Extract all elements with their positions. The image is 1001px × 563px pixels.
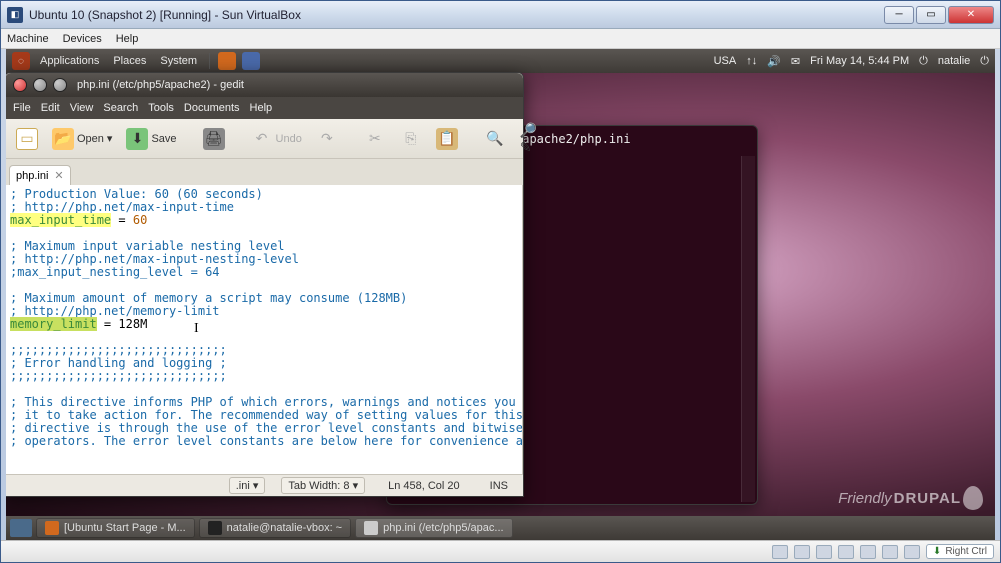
vbox-cd-icon[interactable]: [794, 545, 810, 559]
status-insert-mode: INS: [483, 478, 515, 494]
gedit-icon: [364, 521, 378, 535]
drupal-drop-icon: [963, 486, 983, 510]
virtualbox-titlebar[interactable]: ◧ Ubuntu 10 (Snapshot 2) [Running] - Sun…: [1, 1, 1000, 29]
search-icon: 🔍: [484, 128, 506, 150]
gedit-window[interactable]: php.ini (/etc/php5/apache2) - gedit File…: [6, 72, 524, 497]
cut-button[interactable]: ✂: [359, 125, 391, 153]
show-desktop-button[interactable]: [10, 519, 32, 537]
redo-icon: ↷: [316, 128, 338, 150]
save-button[interactable]: ⬇Save: [121, 125, 181, 153]
task-gedit[interactable]: php.ini (/etc/php5/apac...: [355, 518, 512, 538]
task-terminal[interactable]: natalie@natalie-vbox: ~: [199, 518, 351, 538]
ubuntu-logo-icon[interactable]: ◌: [12, 52, 30, 70]
close-button[interactable]: ✕: [948, 6, 994, 24]
virtualbox-icon: ◧: [7, 7, 23, 23]
gedit-menu-help[interactable]: Help: [250, 102, 273, 114]
virtualbox-title: Ubuntu 10 (Snapshot 2) [Running] - Sun V…: [29, 8, 884, 22]
gedit-menu-view[interactable]: View: [70, 102, 94, 114]
gedit-title: php.ini (/etc/php5/apache2) - gedit: [77, 79, 244, 91]
virtualbox-statusbar: ⬇Right Ctrl: [1, 540, 1000, 562]
copy-button[interactable]: ⎘: [395, 125, 427, 153]
find-button[interactable]: 🔍: [479, 125, 511, 153]
gedit-menu-file[interactable]: File: [13, 102, 31, 114]
new-file-icon: ▭: [16, 128, 38, 150]
firefox-icon: [45, 521, 59, 535]
keyboard-indicator[interactable]: USA: [714, 55, 737, 67]
minimize-button[interactable]: ─: [884, 6, 914, 24]
terminal-icon: [208, 521, 222, 535]
session-icon[interactable]: ⏻: [980, 55, 989, 68]
status-tabwidth[interactable]: Tab Width: 8 ▾: [281, 477, 365, 494]
user-menu[interactable]: natalie: [938, 55, 970, 67]
vbox-hd-icon[interactable]: [772, 545, 788, 559]
gedit-titlebar[interactable]: php.ini (/etc/php5/apache2) - gedit: [6, 73, 523, 97]
task-firefox[interactable]: [Ubuntu Start Page - M...: [36, 518, 195, 538]
hostkey-arrow-icon: ⬇: [933, 546, 941, 557]
gedit-close-button[interactable]: [13, 78, 27, 92]
paste-icon: 📋: [436, 128, 458, 150]
replace-button[interactable]: 🔎✎: [515, 125, 547, 153]
terminal-scrollbar[interactable]: [741, 156, 755, 502]
gedit-menu-tools[interactable]: Tools: [148, 102, 174, 114]
gnome-bottom-panel: [Ubuntu Start Page - M... natalie@natali…: [6, 516, 995, 540]
menu-help[interactable]: Help: [116, 33, 139, 45]
shutdown-icon[interactable]: ⏻: [919, 55, 928, 68]
virtualbox-menubar: Machine Devices Help: [1, 29, 1000, 49]
status-cursor: Ln 458, Col 20: [381, 478, 467, 494]
save-icon: ⬇: [126, 128, 148, 150]
menu-machine[interactable]: Machine: [7, 33, 49, 45]
ubuntu-desktop: ◌ Applications Places System USA ↑↓ 🔊 ✉ …: [6, 49, 995, 540]
undo-icon: ↶: [251, 128, 273, 150]
vbox-host-key[interactable]: ⬇Right Ctrl: [926, 544, 994, 559]
copy-icon: ⎘: [400, 128, 422, 150]
folder-open-icon: 📂: [52, 128, 74, 150]
gedit-menu-documents[interactable]: Documents: [184, 102, 240, 114]
gedit-toolbar: ▭ 📂Open ▾ ⬇Save 🖨 ↶Undo ↷ ✂ ⎘ 📋 🔍 🔎✎: [6, 119, 523, 159]
new-button[interactable]: ▭: [11, 125, 43, 153]
tab-close-icon[interactable]: ✕: [54, 169, 63, 182]
maximize-button[interactable]: ▭: [916, 6, 946, 24]
redo-button[interactable]: ↷: [311, 125, 343, 153]
text-cursor-icon: I: [194, 322, 199, 335]
vbox-display-icon[interactable]: [882, 545, 898, 559]
volume-icon[interactable]: 🔊: [767, 55, 781, 68]
gedit-menubar: File Edit View Search Tools Documents He…: [6, 97, 523, 119]
gedit-minimize-button[interactable]: [33, 78, 47, 92]
gedit-menu-search[interactable]: Search: [103, 102, 138, 114]
vbox-shared-icon[interactable]: [860, 545, 876, 559]
network-icon[interactable]: ↑↓: [746, 55, 757, 67]
vbox-usb-icon[interactable]: [838, 545, 854, 559]
find-replace-icon: 🔎✎: [520, 128, 542, 150]
paste-button[interactable]: 📋: [431, 125, 463, 153]
gnome-top-panel: ◌ Applications Places System USA ↑↓ 🔊 ✉ …: [6, 49, 995, 73]
cut-icon: ✂: [364, 128, 386, 150]
menu-places[interactable]: Places: [109, 55, 150, 67]
editor-area[interactable]: ; Production Value: 60 (60 seconds) ; ht…: [6, 185, 523, 474]
help-launcher-icon[interactable]: [242, 52, 260, 70]
undo-button[interactable]: ↶Undo: [246, 125, 307, 153]
file-tab-label: php.ini: [16, 170, 48, 182]
open-button[interactable]: 📂Open ▾: [47, 125, 117, 153]
print-button[interactable]: 🖨: [198, 125, 230, 153]
status-language[interactable]: .ini ▾: [229, 477, 266, 494]
firefox-launcher-icon[interactable]: [218, 52, 236, 70]
terminal-line: /apache2/php.ini: [515, 132, 749, 146]
gedit-menu-edit[interactable]: Edit: [41, 102, 60, 114]
printer-icon: 🖨: [203, 128, 225, 150]
gedit-tabbar: php.ini ✕: [6, 159, 523, 185]
menu-system[interactable]: System: [156, 55, 201, 67]
watermark: Friendly DRUPAL: [838, 486, 983, 510]
menu-applications[interactable]: Applications: [36, 55, 103, 67]
virtualbox-window: ◧ Ubuntu 10 (Snapshot 2) [Running] - Sun…: [0, 0, 1001, 563]
gedit-statusbar: .ini ▾ Tab Width: 8 ▾ Ln 458, Col 20 INS: [6, 474, 523, 496]
file-tab-phpini[interactable]: php.ini ✕: [9, 165, 71, 185]
menu-devices[interactable]: Devices: [63, 33, 102, 45]
gedit-maximize-button[interactable]: [53, 78, 67, 92]
vbox-net-icon[interactable]: [816, 545, 832, 559]
clock[interactable]: Fri May 14, 5:44 PM: [810, 55, 909, 67]
mail-icon[interactable]: ✉: [791, 55, 800, 68]
vbox-mouse-icon[interactable]: [904, 545, 920, 559]
